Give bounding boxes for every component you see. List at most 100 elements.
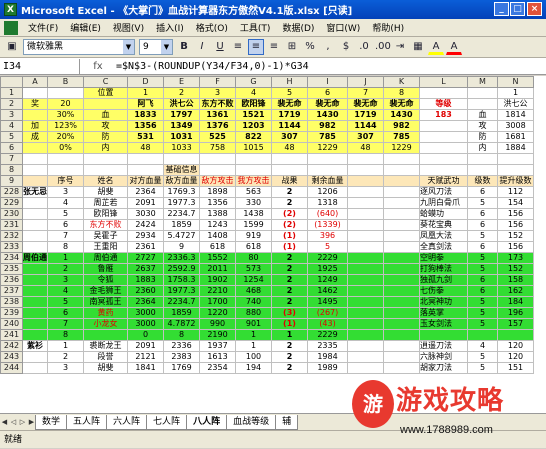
cell[interactable] — [467, 329, 498, 341]
cell[interactable]: 1902 — [199, 274, 236, 286]
cell[interactable]: 1613 — [199, 351, 236, 363]
cell[interactable]: 黄药 — [83, 307, 128, 319]
cell[interactable]: 欧阳锋 — [235, 98, 272, 110]
column-header[interactable]: C — [83, 76, 128, 88]
cell[interactable]: 1031 — [163, 131, 200, 143]
column-header[interactable]: I — [307, 76, 348, 88]
cell[interactable]: 1 — [127, 87, 164, 99]
cell[interactable]: 1495 — [307, 296, 348, 308]
cell[interactable]: 785 — [383, 131, 420, 143]
side-label[interactable]: 紫衫 — [22, 340, 48, 352]
cell[interactable]: 982 — [307, 120, 348, 132]
cell[interactable]: (43) — [307, 318, 348, 330]
cell[interactable] — [383, 263, 420, 275]
cell[interactable] — [47, 164, 84, 176]
cell[interactable]: 吴霍子 — [83, 230, 128, 242]
cell[interactable]: 位置 — [83, 87, 128, 99]
cell[interactable]: 1438 — [235, 208, 272, 220]
cell[interactable]: 2 — [47, 263, 84, 275]
cell[interactable]: 152 — [497, 263, 534, 275]
side-label[interactable] — [22, 263, 48, 275]
cell[interactable]: 2336 — [163, 340, 200, 352]
cell[interactable]: 1220 — [199, 307, 236, 319]
cell[interactable]: 姓名 — [83, 175, 128, 187]
cell[interactable]: 3008 — [497, 120, 534, 132]
cell[interactable]: 4.7872 — [163, 318, 200, 330]
cell[interactable] — [347, 307, 384, 319]
cell[interactable]: 血 — [467, 109, 498, 121]
cell[interactable]: 3 — [47, 186, 84, 198]
align-center-button[interactable]: ≡ — [248, 39, 264, 55]
cell[interactable]: 1769 — [163, 362, 200, 374]
cell[interactable]: 2360 — [127, 285, 164, 297]
cell[interactable]: 1361 — [199, 109, 236, 121]
cell[interactable]: 1814 — [497, 109, 534, 121]
cell[interactable]: 156 — [497, 219, 534, 231]
cell[interactable]: 胡斐 — [83, 186, 128, 198]
cell[interactable]: 7 — [47, 318, 84, 330]
cell[interactable]: 2011 — [199, 263, 236, 275]
cell[interactable]: 183 — [419, 109, 468, 121]
cell[interactable] — [47, 153, 84, 165]
cell[interactable]: 1249 — [307, 274, 348, 286]
cell[interactable]: 123% — [47, 120, 84, 132]
cell[interactable]: (2) — [271, 208, 308, 220]
side-label[interactable] — [22, 329, 48, 341]
cell[interactable]: 4 — [47, 285, 84, 297]
cell[interactable] — [83, 329, 128, 341]
cell[interactable]: 5 — [467, 296, 498, 308]
cell[interactable]: 王重阳 — [83, 241, 128, 253]
cell[interactable]: 1859 — [163, 307, 200, 319]
cell[interactable]: 563 — [235, 186, 272, 198]
cell[interactable]: 2 — [47, 351, 84, 363]
cell[interactable]: 154 — [497, 197, 534, 209]
cell[interactable]: 攻 — [467, 120, 498, 132]
cell[interactable]: 2229 — [307, 329, 348, 341]
column-header[interactable]: F — [199, 76, 236, 88]
cell[interactable] — [467, 87, 498, 99]
formula-input[interactable]: =$N$3-(ROUNDUP(Y34/F34,0)-1)*G34 — [116, 61, 309, 72]
menu-view[interactable]: 视图(V) — [107, 21, 150, 34]
cell[interactable]: 序号 — [47, 175, 84, 187]
cell[interactable]: 30% — [47, 109, 84, 121]
cell[interactable]: 2121 — [127, 351, 164, 363]
side-label[interactable] — [22, 230, 48, 242]
cell[interactable] — [467, 164, 498, 176]
cell[interactable]: (1) — [271, 318, 308, 330]
cell[interactable]: 5 — [467, 351, 498, 363]
cell[interactable] — [419, 329, 468, 341]
cell[interactable]: 573 — [235, 263, 272, 275]
cell[interactable]: 东方不败 — [83, 219, 128, 231]
cell[interactable]: 1841 — [127, 362, 164, 374]
cell[interactable]: 468 — [235, 285, 272, 297]
row-header[interactable]: 2 — [0, 98, 23, 110]
cell[interactable]: 天赋武功 — [419, 175, 468, 187]
cell[interactable] — [307, 153, 348, 165]
cell[interactable] — [347, 175, 384, 187]
side-label[interactable] — [22, 197, 48, 209]
cell[interactable]: 919 — [235, 230, 272, 242]
cell[interactable]: 120 — [497, 340, 534, 352]
row-header[interactable]: 9 — [0, 175, 23, 187]
cell[interactable]: 785 — [307, 131, 348, 143]
cell[interactable]: 307 — [347, 131, 384, 143]
cell[interactable]: 158 — [497, 274, 534, 286]
cell[interactable]: 1925 — [307, 263, 348, 275]
cell[interactable]: 880 — [235, 307, 272, 319]
cell[interactable]: 提升级数 — [497, 175, 534, 187]
chevron-down-icon[interactable]: ▼ — [161, 40, 172, 54]
cell[interactable] — [497, 164, 534, 176]
cell[interactable]: 112 — [497, 186, 534, 198]
cell[interactable]: 玉女剑法 — [419, 318, 468, 330]
cell[interactable]: 葵花宝典 — [419, 219, 468, 231]
first-sheet-icon[interactable]: ◀ — [0, 418, 9, 426]
side-label[interactable]: 周伯通 — [22, 252, 48, 264]
cell[interactable]: 5 — [307, 241, 348, 253]
row-header[interactable]: 7 — [0, 153, 23, 165]
cell[interactable]: 内 — [467, 142, 498, 154]
cell[interactable]: 1229 — [307, 142, 348, 154]
merge-cells-button[interactable]: ⊞ — [284, 39, 300, 55]
cell[interactable]: 1719 — [271, 109, 308, 121]
cell[interactable]: 空明拳 — [419, 252, 468, 264]
cell[interactable]: 8 — [383, 87, 420, 99]
